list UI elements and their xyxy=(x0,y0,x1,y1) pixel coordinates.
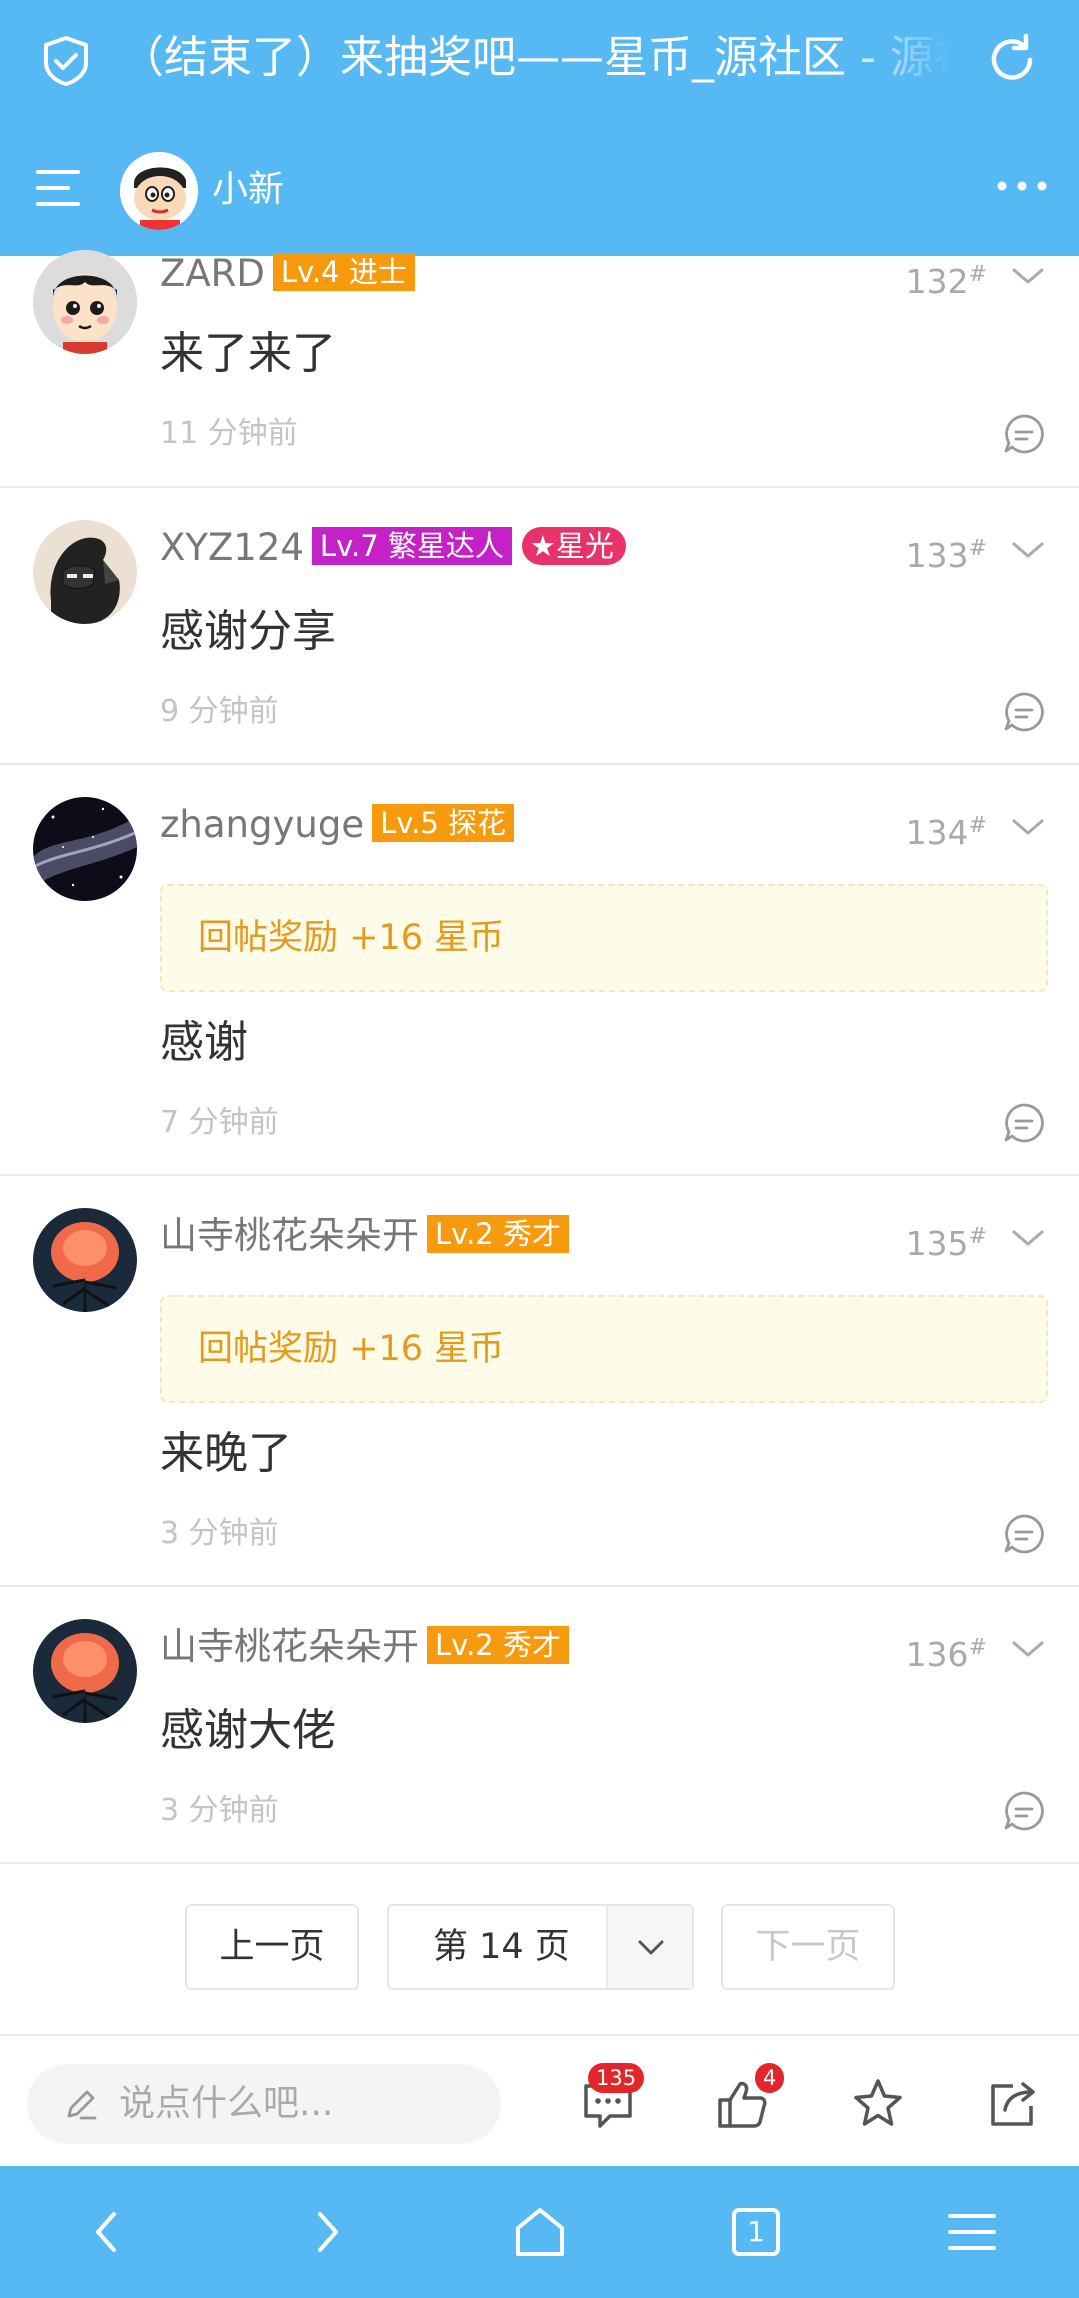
level-badge: Lv.4 进士 xyxy=(272,252,415,291)
comment-count-badge: 135 xyxy=(588,2063,645,2093)
post-time: 9 分钟前 xyxy=(160,694,279,729)
floor-number-value: 134 xyxy=(905,813,969,852)
avatar[interactable] xyxy=(120,152,198,230)
tab-count: 1 xyxy=(747,2215,765,2248)
tabs-button[interactable]: 1 xyxy=(726,2202,786,2262)
chevron-down-icon xyxy=(638,1940,664,1955)
post-time: 11 分钟前 xyxy=(160,416,298,451)
star-badge: ★星光 xyxy=(521,526,626,565)
comment-placeholder: 说点什么吧... xyxy=(119,2083,334,2124)
current-page-label: 第 14 页 xyxy=(433,1927,570,1967)
menu-icon[interactable] xyxy=(32,164,88,212)
post-time: 3 分钟前 xyxy=(160,1516,279,1551)
reply-icon[interactable] xyxy=(1003,691,1045,733)
next-page-button[interactable]: 下一页 xyxy=(721,1904,895,1990)
level-badge: Lv.2 秀才 xyxy=(427,1214,569,1253)
floor-number-value: 132 xyxy=(905,262,969,301)
floor-number: 135# xyxy=(906,1224,987,1263)
share-icon[interactable] xyxy=(985,2076,1041,2132)
user-avatar[interactable] xyxy=(33,1208,137,1312)
username-text[interactable]: XYZ124 xyxy=(160,526,304,569)
browser-nav-bar: 1 xyxy=(0,2166,1079,2298)
browser-menu-icon[interactable] xyxy=(942,2202,1002,2262)
page-dropdown-toggle[interactable] xyxy=(606,1906,692,1988)
user-avatar[interactable] xyxy=(33,250,137,354)
reply-icon[interactable] xyxy=(1003,1102,1045,1144)
post-content: 感谢 xyxy=(160,1017,248,1068)
floor-suffix: # xyxy=(968,813,987,838)
username-text[interactable]: ZARD xyxy=(160,252,265,295)
reward-notice: 回帖奖励 +16 星币 xyxy=(160,1295,1048,1403)
post-username[interactable]: XYZ124 Lv.7 繁星达人 ★星光 xyxy=(160,524,626,572)
post-username[interactable]: zhangyuge Lv.5 探花 xyxy=(160,801,515,849)
post-time: 7 分钟前 xyxy=(160,1105,279,1140)
post-content: 感谢大佬 xyxy=(160,1705,336,1756)
like-count-badge: 4 xyxy=(755,2063,785,2093)
more-icon[interactable] xyxy=(994,174,1050,198)
chevron-down-icon[interactable] xyxy=(1010,1637,1046,1661)
reply-icon[interactable] xyxy=(1003,1790,1045,1832)
post-username[interactable]: 山寺桃花朵朵开 Lv.2 秀才 xyxy=(160,1212,569,1260)
chevron-down-icon[interactable] xyxy=(1010,815,1046,839)
floor-suffix: # xyxy=(968,536,987,561)
post-item: XYZ124 Lv.7 繁星达人 ★星光 133# 感谢分享 9 分钟前 xyxy=(0,488,1079,765)
post-item: 山寺桃花朵朵开 Lv.2 秀才 136# 感谢大佬 3 分钟前 xyxy=(0,1587,1079,1864)
level-badge: Lv.5 探花 xyxy=(372,803,515,842)
chevron-down-icon[interactable] xyxy=(1010,538,1046,562)
level-badge: Lv.7 繁星达人 xyxy=(311,526,512,565)
comment-input[interactable]: 说点什么吧... xyxy=(27,2064,501,2144)
home-icon[interactable] xyxy=(510,2202,570,2262)
page-title[interactable]: （结束了）来抽奖吧——星币_源社区 - 源社区 xyxy=(120,28,950,88)
floor-number: 133# xyxy=(906,536,987,575)
post-username[interactable]: ZARD Lv.4 进士 xyxy=(160,250,415,298)
username-text[interactable]: 山寺桃花朵朵开 xyxy=(160,1625,419,1668)
star-icon[interactable] xyxy=(850,2076,906,2132)
username-text[interactable]: 山寺桃花朵朵开 xyxy=(160,1214,419,1257)
back-icon[interactable] xyxy=(78,2202,138,2262)
floor-number: 132# xyxy=(906,262,987,301)
page-select[interactable]: 第 14 页 xyxy=(387,1904,694,1990)
user-avatar[interactable] xyxy=(33,797,137,901)
floor-number-value: 135 xyxy=(905,1224,969,1263)
browser-toolbar: （结束了）来抽奖吧——星币_源社区 - 源社区 xyxy=(0,0,1079,118)
post-content: 来晚了 xyxy=(160,1428,292,1479)
post-content: 感谢分享 xyxy=(160,606,336,657)
shield-check-icon[interactable] xyxy=(38,33,94,89)
pencil-icon xyxy=(67,2090,97,2120)
post-time: 3 分钟前 xyxy=(160,1793,279,1828)
user-avatar[interactable] xyxy=(33,520,137,624)
post-item: ZARD Lv.4 进士 132# 来了来了 11 分钟前 xyxy=(0,250,1079,488)
prev-page-button[interactable]: 上一页 xyxy=(185,1904,359,1990)
post-item: zhangyuge Lv.5 探花 134# 回帖奖励 +16 星币 感谢 7 分… xyxy=(0,765,1079,1176)
floor-suffix: # xyxy=(968,1224,987,1249)
chevron-down-icon[interactable] xyxy=(1010,264,1046,288)
post-item: 山寺桃花朵朵开 Lv.2 秀才 135# 回帖奖励 +16 星币 来晚了 3 分钟… xyxy=(0,1176,1079,1587)
username-text[interactable]: zhangyuge xyxy=(160,803,364,846)
reply-icon[interactable] xyxy=(1003,413,1045,455)
reply-icon[interactable] xyxy=(1003,1513,1045,1555)
comment-bar: 说点什么吧... 135 4 xyxy=(0,2034,1079,2166)
user-avatar[interactable] xyxy=(33,1619,137,1723)
current-user-name[interactable]: 小新 xyxy=(212,166,284,214)
floor-suffix: # xyxy=(968,1635,987,1660)
floor-number-value: 133 xyxy=(905,536,969,575)
floor-number: 136# xyxy=(906,1635,987,1674)
forward-icon[interactable] xyxy=(296,2202,356,2262)
floor-number: 134# xyxy=(906,813,987,852)
post-content: 来了来了 xyxy=(160,328,336,379)
reload-icon[interactable] xyxy=(982,30,1042,90)
post-username[interactable]: 山寺桃花朵朵开 Lv.2 秀才 xyxy=(160,1623,569,1671)
level-badge: Lv.2 秀才 xyxy=(427,1625,569,1664)
app-header: 小新 xyxy=(0,118,1079,256)
floor-number-value: 136 xyxy=(905,1635,969,1674)
reward-notice: 回帖奖励 +16 星币 xyxy=(160,884,1048,992)
floor-suffix: # xyxy=(968,262,987,287)
chevron-down-icon[interactable] xyxy=(1010,1226,1046,1250)
